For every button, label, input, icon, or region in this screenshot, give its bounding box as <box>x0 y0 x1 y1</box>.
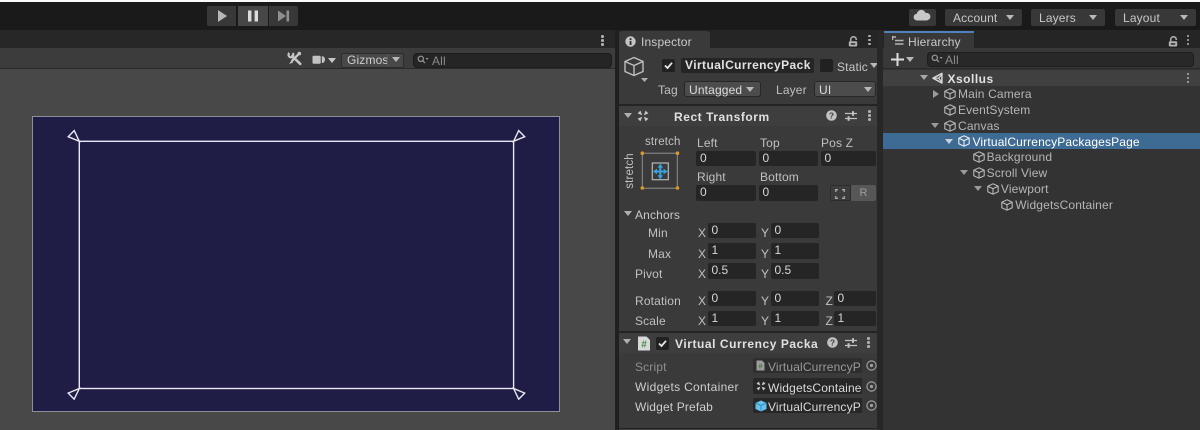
svg-text:#: # <box>641 340 647 351</box>
svg-text:?: ? <box>830 338 835 348</box>
svg-text:?: ? <box>829 111 834 121</box>
